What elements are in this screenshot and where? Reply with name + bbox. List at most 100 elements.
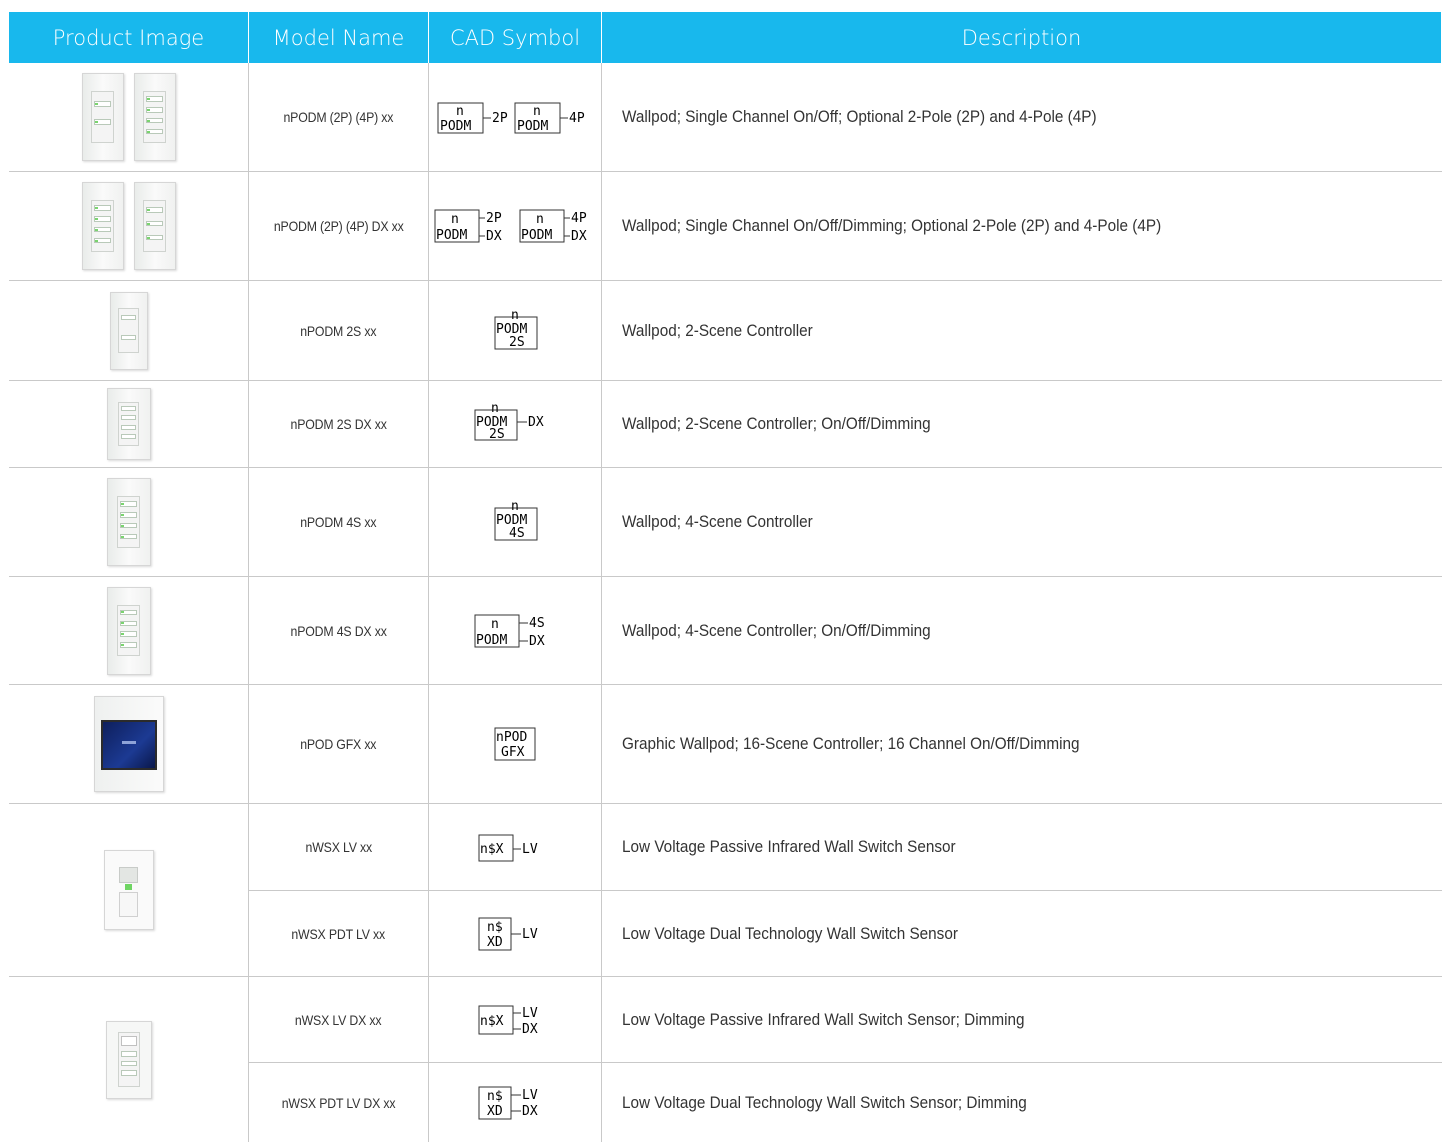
wallpod-4s-image bbox=[106, 478, 151, 566]
cad-symbol: n PODM 2P DX n PODM 4P DX bbox=[434, 209, 587, 244]
description-cell: Wallpod; 4-Scene Controller bbox=[602, 468, 1442, 577]
cad-label: n bbox=[511, 309, 519, 323]
wallpod-4s-dx-image bbox=[106, 586, 151, 675]
cad-label: DX bbox=[486, 229, 502, 244]
model-name-cell: nWSX PDT LV DX xx bbox=[249, 1063, 429, 1142]
wallpod-2s-image bbox=[109, 291, 148, 370]
cad-symbol: n$X LV DX bbox=[478, 1005, 538, 1037]
cad-label: LV bbox=[522, 1006, 538, 1021]
product-table: Product Image Model Name CAD Symbol Desc… bbox=[9, 12, 1442, 1142]
header-description: Description bbox=[602, 12, 1442, 63]
description-cell: Wallpod; 4-Scene Controller; On/Off/Dimm… bbox=[602, 577, 1442, 685]
cad-label: n bbox=[511, 500, 519, 514]
cad-symbol-cell: n PODM 2P n PODM 4P bbox=[429, 63, 602, 172]
wallpod-2s-dx-image bbox=[106, 388, 151, 460]
cad-label: GFX bbox=[501, 745, 525, 760]
product-image-cell bbox=[9, 468, 249, 577]
description-cell: Low Voltage Dual Technology Wall Switch … bbox=[602, 891, 1442, 977]
cad-label: 2P bbox=[486, 211, 502, 226]
model-name: nPODM (2P) (4P) xx bbox=[283, 109, 394, 125]
model-name-cell: nPOD GFX xx bbox=[249, 685, 429, 804]
description-cell: Wallpod; 2-Scene Controller; On/Off/Dimm… bbox=[602, 381, 1442, 468]
product-image-cell bbox=[9, 172, 249, 281]
wallpod-2p-image bbox=[81, 73, 124, 161]
description-cell: Low Voltage Dual Technology Wall Switch … bbox=[602, 1063, 1442, 1142]
cad-label: LV bbox=[522, 927, 538, 942]
model-name-cell: nWSX PDT LV xx bbox=[249, 891, 429, 977]
product-image-cell bbox=[9, 804, 249, 977]
cad-label: n bbox=[451, 212, 459, 227]
cad-symbol: n$ XD LV bbox=[478, 917, 538, 950]
model-name: nWSX LV xx bbox=[305, 839, 372, 855]
cad-symbol-cell: n$ XD LV bbox=[429, 891, 602, 977]
cad-symbol: n PODM 4S bbox=[494, 500, 538, 541]
description: Wallpod; 4-Scene Controller bbox=[622, 512, 813, 531]
dimming-sensor-image bbox=[105, 1020, 152, 1099]
model-name: nPODM 4S DX xx bbox=[290, 622, 387, 639]
header-cad-symbol: CAD Symbol bbox=[429, 12, 602, 63]
description: Low Voltage Dual Technology Wall Switch … bbox=[622, 923, 958, 943]
header-product-image: Product Image bbox=[9, 12, 249, 63]
cad-symbol: n PODM 4S DX bbox=[474, 614, 545, 649]
wallpod-4p-image bbox=[133, 73, 176, 161]
description: Low Voltage Passive Infrared Wall Switch… bbox=[622, 837, 956, 856]
product-image-cell bbox=[9, 577, 249, 685]
product-image-cell bbox=[9, 63, 249, 172]
cad-symbol-cell: n PODM 2S bbox=[429, 281, 602, 381]
model-name: nWSX PDT LV DX xx bbox=[281, 1094, 396, 1111]
model-name-cell: nPODM (2P) (4P) xx bbox=[249, 63, 429, 172]
wall-switch-sensor-image bbox=[103, 850, 154, 930]
cad-symbol-cell: n PODM 4S bbox=[429, 468, 602, 577]
cad-symbol: n$ XD LV DX bbox=[478, 1086, 538, 1119]
cad-label: PODM bbox=[440, 119, 471, 134]
cad-label: 2S bbox=[509, 335, 525, 350]
description-cell: Low Voltage Passive Infrared Wall Switch… bbox=[602, 977, 1442, 1063]
model-name: nPODM 2S xx bbox=[300, 322, 377, 339]
model-name: nPODM 4S xx bbox=[300, 514, 377, 530]
cad-symbol-cell: n$X LV bbox=[429, 804, 602, 891]
cad-label: 4P bbox=[569, 111, 585, 126]
cad-label: n$ bbox=[487, 1089, 503, 1104]
description-cell: Low Voltage Passive Infrared Wall Switch… bbox=[602, 804, 1442, 891]
cad-symbol: n PODM 2S bbox=[494, 309, 538, 350]
cad-label: 4S bbox=[509, 526, 525, 541]
description: Wallpod; Single Channel On/Off/Dimming; … bbox=[622, 216, 1162, 235]
cad-label: n bbox=[456, 104, 464, 119]
description: Wallpod; 4-Scene Controller; On/Off/Dimm… bbox=[622, 620, 931, 640]
cad-label: PODM bbox=[521, 228, 552, 243]
cad-label: 4S bbox=[529, 616, 545, 631]
cad-label: PODM bbox=[517, 119, 548, 134]
model-name-cell: nPODM (2P) (4P) DX xx bbox=[249, 172, 429, 281]
wallpod-dx-image bbox=[133, 182, 176, 270]
model-name: nPODM 2S DX xx bbox=[290, 416, 387, 432]
cad-symbol-cell: n$X LV DX bbox=[429, 977, 602, 1063]
product-image-cell bbox=[9, 281, 249, 381]
cad-label: 4P bbox=[571, 211, 587, 226]
description-cell: Graphic Wallpod; 16-Scene Controller; 16… bbox=[602, 685, 1442, 804]
cad-symbol-cell: n PODM 2P DX n PODM 4P DX bbox=[429, 172, 602, 281]
cad-label: n bbox=[533, 104, 541, 119]
cad-symbol: n$X LV bbox=[478, 834, 538, 862]
model-name-cell: nPODM 4S DX xx bbox=[249, 577, 429, 685]
model-name: nWSX PDT LV xx bbox=[291, 925, 386, 942]
cad-label: DX bbox=[571, 229, 587, 244]
description: Low Voltage Passive Infrared Wall Switch… bbox=[622, 1009, 1025, 1029]
cad-label: XD bbox=[487, 1104, 503, 1119]
cad-label: n bbox=[491, 402, 499, 416]
description-cell: Wallpod; 2-Scene Controller bbox=[602, 281, 1442, 381]
cad-label: XD bbox=[487, 935, 503, 950]
product-image-cell bbox=[9, 381, 249, 468]
header-model-name: Model Name bbox=[249, 12, 429, 63]
cad-symbol: n PODM 2S DX bbox=[474, 402, 544, 442]
cad-label: 2S bbox=[489, 427, 505, 442]
cad-label: DX bbox=[522, 1104, 538, 1119]
model-name-cell: nPODM 2S xx bbox=[249, 281, 429, 381]
model-name-cell: nWSX LV DX xx bbox=[249, 977, 429, 1063]
cad-label: DX bbox=[529, 634, 545, 649]
cad-symbol-cell: n$ XD LV DX bbox=[429, 1063, 602, 1142]
cad-label: 2P bbox=[492, 111, 508, 126]
cad-symbol: nPOD GFX bbox=[494, 727, 536, 761]
description: Graphic Wallpod; 16-Scene Controller; 16… bbox=[622, 734, 1080, 753]
cad-symbol: n PODM 2P n PODM 4P bbox=[437, 102, 585, 134]
cad-symbol-cell: n PODM 4S DX bbox=[429, 577, 602, 685]
